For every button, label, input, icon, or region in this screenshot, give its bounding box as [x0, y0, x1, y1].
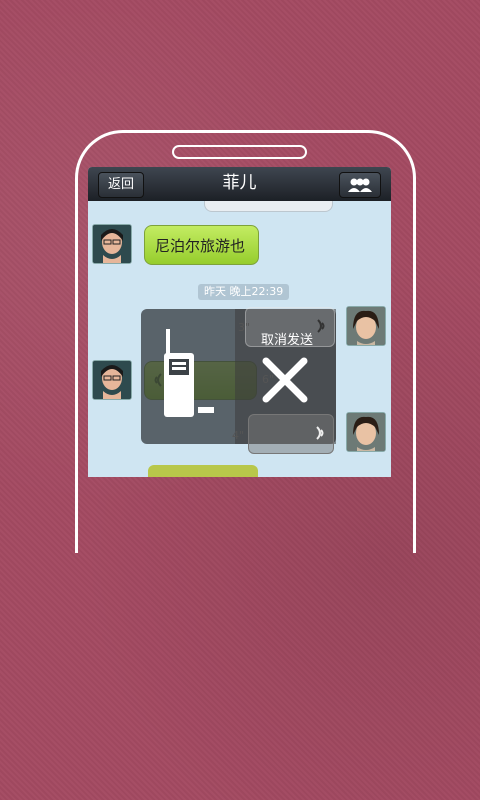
avatar-image	[347, 413, 385, 451]
contacts-button[interactable]	[339, 172, 381, 198]
title-bar: 返回 菲儿	[88, 167, 391, 201]
walkie-talkie-icon	[164, 329, 214, 417]
avatar-image	[347, 307, 385, 345]
avatar-image	[93, 225, 131, 263]
message-text: 尼泊尔旅游也	[155, 237, 246, 255]
contacts-icon	[348, 178, 372, 192]
voice-wave-icon	[317, 319, 325, 333]
avatar-self[interactable]	[346, 412, 386, 452]
voice-duration: 4"	[232, 429, 245, 442]
partial-message-bubble	[148, 465, 258, 477]
previous-message-bubble	[204, 201, 333, 212]
chat-screen: 返回 菲儿 尼泊尔旅游也 昨天 晚上22:39 3" 6" 4" 取消发送	[88, 167, 391, 477]
cancel-send-label: 取消发送	[261, 333, 314, 348]
message-bubble-received[interactable]: 尼泊尔旅游也	[144, 225, 259, 265]
voice-wave-icon	[316, 426, 324, 440]
avatar-self[interactable]	[346, 306, 386, 346]
cancel-x-icon	[262, 357, 308, 403]
phone-speaker	[172, 145, 307, 159]
avatar-image	[93, 361, 131, 399]
voice-duration: 3"	[238, 321, 251, 334]
avatar-contact[interactable]	[92, 224, 132, 264]
message-timestamp: 昨天 晚上22:39	[198, 284, 290, 300]
avatar-contact[interactable]	[92, 360, 132, 400]
voice-message-bubble-sent[interactable]	[248, 414, 334, 454]
